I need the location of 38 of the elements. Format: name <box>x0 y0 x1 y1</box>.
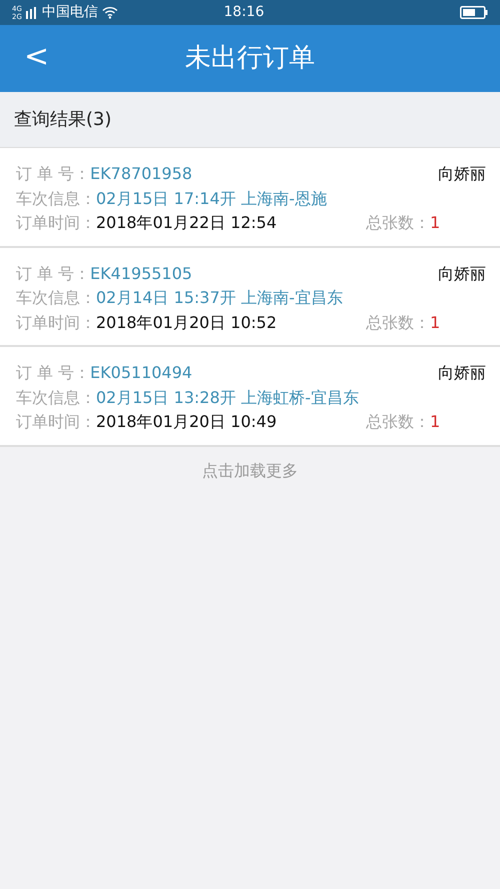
train-info: 02月15日 17:14开 上海南-恩施 <box>96 188 327 208</box>
order-time: 2018年01月20日 10:52 <box>96 312 277 332</box>
ticket-count: 1 <box>430 412 440 431</box>
passenger-name: 向娇丽 <box>438 163 486 185</box>
order-card[interactable]: 订 单 号：EK05110494 向娇丽 车次信息：02月15日 13:28开 上海虹桥-宜昌东 订单时间：2018年01月20日 10:49 总张数：1 <box>0 347 500 446</box>
order-time: 2018年01月22日 12:54 <box>96 213 277 232</box>
field-label: 订 单 号： <box>16 264 90 282</box>
ticket-count: 1 <box>430 213 440 232</box>
train-info: 02月15日 13:28开 上海虹桥-宜昌东 <box>96 388 359 406</box>
back-button[interactable]: < <box>18 39 56 75</box>
page-title: 未出行订单 <box>185 42 315 75</box>
field-label: 总张数： <box>366 412 430 431</box>
status-time: 18:16 <box>224 4 264 20</box>
order-card[interactable]: 订 单 号：EK41955105 向娇丽 车次信息：02月14日 15:37开 上海南-宜昌东 订单时间：2018年01月20日 10:52 总张数：1 <box>0 248 500 347</box>
order-time: 2018年01月20日 10:49 <box>96 412 277 431</box>
field-label: 订单时间： <box>16 312 96 332</box>
field-label: 车次信息： <box>16 188 96 208</box>
order-number: EK41955105 <box>90 264 192 282</box>
signal-icon <box>26 6 38 18</box>
field-label: 订单时间： <box>16 412 96 431</box>
field-label: 车次信息： <box>16 388 96 406</box>
order-number: EK05110494 <box>90 363 192 382</box>
carrier-name: 中国电信 <box>42 3 98 22</box>
field-label: 订 单 号： <box>16 363 90 382</box>
wifi-icon <box>102 6 118 19</box>
order-card[interactable]: 订 单 号：EK78701958 向娇丽 车次信息：02月15日 17:14开 上海南-恩施 订单时间：2018年01月22日 12:54 总张数：1 <box>0 148 500 248</box>
field-label: 订 单 号： <box>16 164 90 183</box>
field-label: 订单时间： <box>16 213 96 232</box>
field-label: 总张数： <box>366 312 430 332</box>
results-heading: 查询结果(3) <box>14 108 112 132</box>
field-label: 总张数： <box>366 213 430 232</box>
passenger-name: 向娇丽 <box>438 262 486 284</box>
order-number: EK78701958 <box>90 164 192 183</box>
battery-icon <box>460 6 488 19</box>
passenger-name: 向娇丽 <box>438 362 486 384</box>
ticket-count: 1 <box>430 312 440 332</box>
field-label: 车次信息： <box>16 288 96 307</box>
train-info: 02月14日 15:37开 上海南-宜昌东 <box>96 288 343 307</box>
